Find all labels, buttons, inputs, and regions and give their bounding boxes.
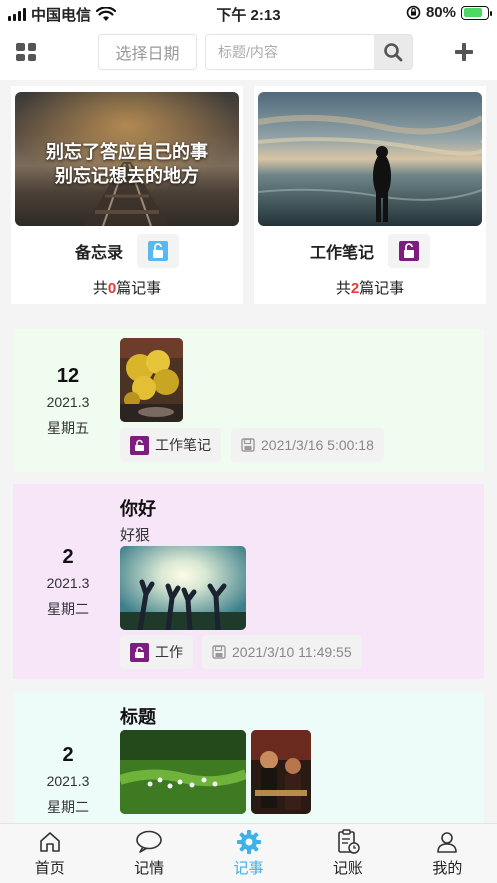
top-toolbar: 选择日期 [0, 26, 497, 80]
notebook-entry-count: 共2篇记事 [335, 280, 405, 297]
entry-date: 2 2021.3 星期二 [13, 546, 123, 619]
search-icon [384, 43, 403, 62]
unlock-icon [148, 241, 168, 261]
entry-weekday: 星期二 [47, 601, 89, 617]
save-icon [241, 438, 255, 452]
entry-image[interactable] [120, 338, 183, 422]
bottom-tab-bar: 首页 记情 记事 记账 我的 [0, 823, 497, 883]
notebook-cover-image [258, 92, 482, 226]
notebook-name: 备忘录 [74, 245, 123, 262]
notebook-name: 工作笔记 [309, 245, 374, 262]
entry-year-month: 2021.3 [46, 773, 90, 789]
date-picker-field[interactable]: 选择日期 [98, 34, 197, 70]
battery-percent: 80% [425, 4, 456, 21]
entry-timestamp: 2021/3/10 11:49:55 [202, 635, 362, 669]
entry-day: 2 [62, 546, 74, 568]
entry-image[interactable] [251, 730, 311, 814]
tab-home[interactable]: 首页 [0, 824, 99, 883]
search-button[interactable] [374, 35, 412, 69]
grid-menu-icon[interactable] [16, 43, 36, 61]
search-box [205, 34, 413, 70]
lock-icon [130, 642, 149, 662]
search-input[interactable] [206, 35, 376, 69]
entry-year-month: 2021.3 [46, 394, 90, 410]
add-note-button[interactable] [454, 42, 474, 62]
entry-day: 2 [62, 744, 74, 766]
cover-quote-line: 别忘了答应自己的事 [46, 142, 208, 162]
notebook-lock-toggle[interactable] [388, 234, 430, 268]
tab-notes[interactable]: 记事 [199, 824, 298, 883]
notes-screen: 中国电信 下午 2:13 80% 选择日期 标题/内容 别忘了答应自己的事 别忘… [0, 0, 497, 883]
entry-image[interactable] [120, 546, 246, 630]
battery-icon [461, 5, 492, 20]
notebook-card-work[interactable]: 工作笔记 共2篇记事 [254, 86, 486, 304]
entry-weekday: 星期五 [47, 420, 89, 436]
tab-profile[interactable]: 我的 [398, 824, 497, 883]
entry-date: 2 2021.3 星期二 [13, 744, 123, 817]
home-icon [36, 829, 64, 855]
gear-icon [235, 829, 263, 855]
status-bar: 中国电信 下午 2:13 80% [0, 0, 497, 26]
entry-day: 12 [56, 365, 80, 387]
notebook-cover-image: 别忘了答应自己的事 别忘记想去的地方 [15, 92, 239, 226]
person-icon [433, 829, 461, 855]
notebook-entry-count: 共0篇记事 [92, 280, 162, 297]
notebook-lock-toggle[interactable] [137, 234, 179, 268]
lock-icon [130, 435, 149, 455]
chat-bubble-icon [135, 829, 163, 855]
tab-feelings[interactable]: 记情 [99, 824, 198, 883]
entry-timestamp: 2021/3/16 5:00:18 [231, 428, 384, 462]
clipboard-clock-icon [334, 829, 362, 855]
orientation-lock-icon [406, 5, 421, 20]
save-icon [212, 645, 226, 659]
tab-accounting[interactable]: 记账 [298, 824, 397, 883]
entry-date: 12 2021.3 星期五 [13, 365, 123, 438]
entry-title: 你好 [120, 499, 156, 519]
note-entry[interactable]: 2 2021.3 星期二 你好 好狠 工作 2021/3/10 11:49:55 [13, 484, 484, 679]
entry-title: 标题 [120, 707, 156, 727]
entry-notebook-tag[interactable]: 工作笔记 [120, 428, 221, 462]
entry-year-month: 2021.3 [46, 575, 90, 591]
cover-quote-line: 别忘记想去的地方 [55, 166, 199, 186]
entry-body: 好狠 [120, 527, 151, 544]
entry-notebook-tag[interactable]: 工作 [120, 635, 193, 669]
note-entry[interactable]: 12 2021.3 星期五 工作笔记 2021/3/16 5:00:18 [13, 329, 484, 472]
lock-icon [399, 241, 419, 261]
entry-weekday: 星期二 [47, 799, 89, 815]
note-entry[interactable]: 2 2021.3 星期二 标题 [13, 692, 484, 832]
entry-image[interactable] [120, 730, 246, 814]
notebook-card-memo[interactable]: 别忘了答应自己的事 别忘记想去的地方 备忘录 共0篇记事 [11, 86, 243, 304]
